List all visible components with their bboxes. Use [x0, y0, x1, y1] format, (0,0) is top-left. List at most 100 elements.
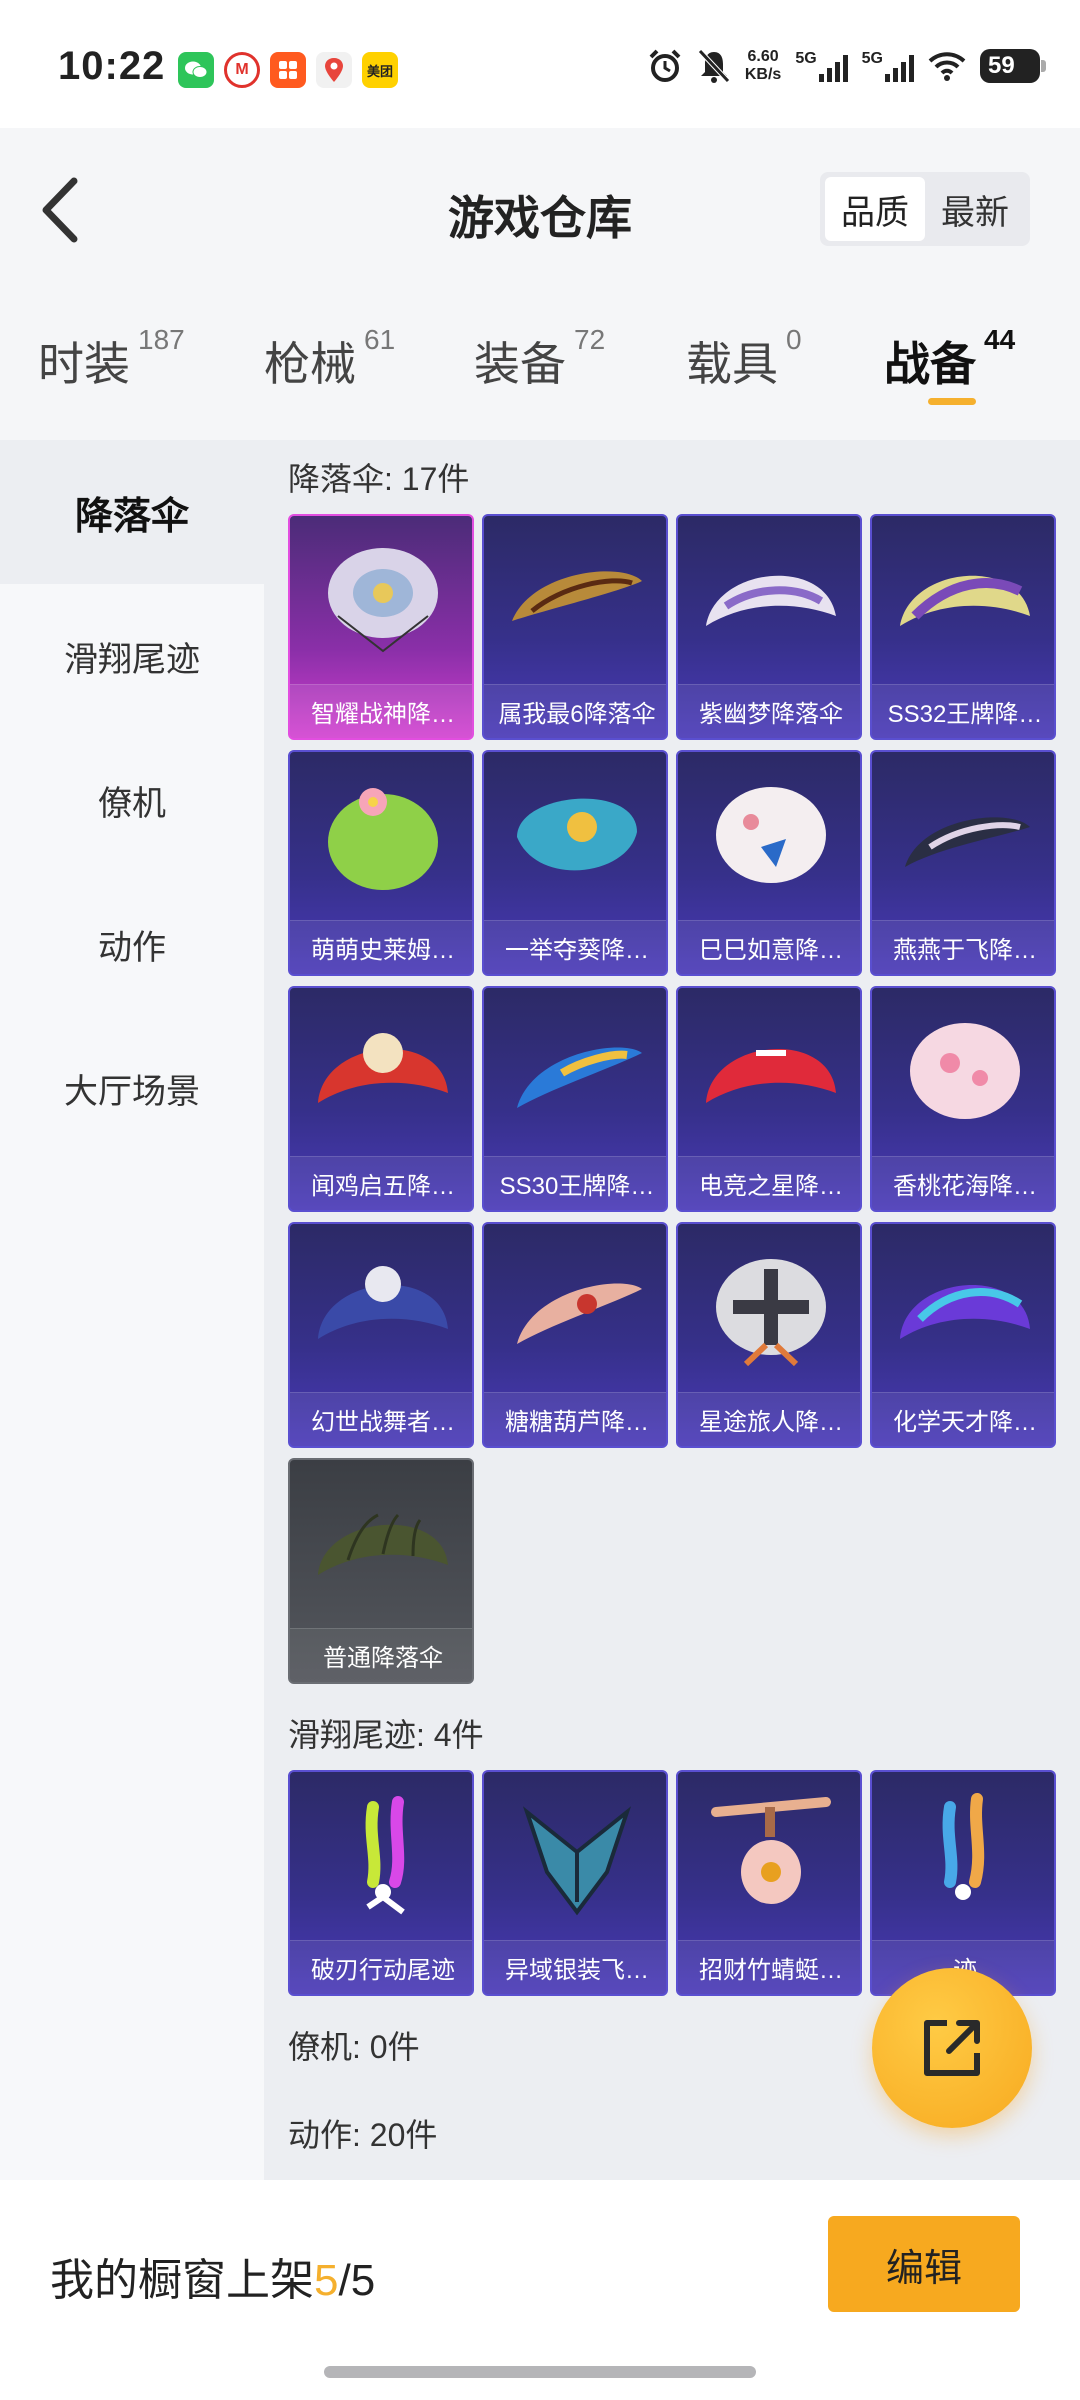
item-name: 巳巳如意降…: [678, 920, 860, 974]
tab-label: 时装: [38, 338, 130, 390]
item-card[interactable]: 萌萌史莱姆…: [288, 750, 474, 976]
parachute-icon: [872, 1234, 1054, 1384]
item-name: 萌萌史莱姆…: [290, 920, 472, 974]
item-card[interactable]: 紫幽梦降落伞: [676, 514, 862, 740]
item-name: 星途旅人降…: [678, 1392, 860, 1446]
parachute-icon: [484, 1234, 666, 1384]
sort-by-newest-button[interactable]: 最新: [925, 177, 1025, 241]
parachute-icon: [678, 1234, 860, 1384]
item-name: 破刃行动尾迹: [290, 1940, 472, 1994]
item-card[interactable]: 糖糖葫芦降…: [482, 1222, 668, 1448]
tab-fashion[interactable]: 时装 187: [38, 324, 185, 394]
signal-1: 5G: [795, 50, 848, 82]
tab-count: 0: [786, 324, 802, 355]
net-speed: 6.60 KB/s: [744, 48, 782, 83]
sidebar-item-wingman[interactable]: 僚机: [0, 728, 264, 872]
tab-equipment[interactable]: 装备 72: [474, 324, 605, 394]
item-card[interactable]: 智耀战神降…: [288, 514, 474, 740]
item-card[interactable]: 迹: [870, 1770, 1056, 1996]
item-card[interactable]: 化学天才降…: [870, 1222, 1056, 1448]
home-indicator[interactable]: [324, 2366, 756, 2378]
item-name: 电竞之星降…: [678, 1156, 860, 1210]
tab-count: 61: [364, 324, 396, 355]
maps-icon: [316, 52, 352, 88]
sidebar-item-emote[interactable]: 动作: [0, 872, 264, 1016]
sort-by-quality-button[interactable]: 品质: [825, 177, 925, 241]
parachute-icon: [290, 998, 472, 1148]
tab-count: 44: [984, 324, 1016, 355]
item-name: 一举夺葵降…: [484, 920, 666, 974]
metro-icon: M: [224, 52, 260, 88]
item-card[interactable]: 异域银装飞…: [482, 1770, 668, 1996]
share-external-icon: [924, 2020, 980, 2076]
tab-count: 72: [574, 324, 606, 355]
wifi-icon: [928, 52, 966, 81]
parachute-icon: [484, 762, 666, 912]
alarm-icon: [649, 49, 681, 82]
item-card[interactable]: 巳巳如意降…: [676, 750, 862, 976]
item-name: 糖糖葫芦降…: [484, 1392, 666, 1446]
item-card[interactable]: 星途旅人降…: [676, 1222, 862, 1448]
header: 游戏仓库 品质 最新 时装 187 枪械 61 装备 72 载具 0 战备 44: [0, 128, 1080, 440]
parachute-icon: [872, 762, 1054, 912]
tab-guns[interactable]: 枪械 61: [264, 324, 395, 394]
signal-bars-icon: [818, 54, 848, 82]
sidebar-item-lobby-scene[interactable]: 大厅场景: [0, 1016, 264, 1160]
edit-button[interactable]: 编辑: [828, 2216, 1020, 2312]
section-title-parachute: 降落伞: 17件: [288, 461, 470, 497]
parachute-icon: [872, 998, 1054, 1148]
battery-icon: 59: [980, 49, 1046, 83]
parachute-icon: [678, 998, 860, 1148]
share-button[interactable]: [872, 1968, 1032, 2128]
showcase-current-count: 5: [314, 2256, 339, 2305]
parachute-icon: [290, 1234, 472, 1384]
showcase-total-count: /5: [338, 2256, 376, 2305]
item-card[interactable]: 幻世战舞者…: [288, 1222, 474, 1448]
parachute-icon: [290, 526, 472, 676]
parachute-grid: 智耀战神降… 属我最6降落伞 紫幽梦降落伞 SS32王牌降… 萌萌史莱姆… 一举…: [288, 514, 1058, 1684]
item-name: 异域银装飞…: [484, 1940, 666, 1994]
item-name: 智耀战神降…: [290, 684, 472, 738]
item-card[interactable]: 招财竹蜻蜓…: [676, 1770, 862, 1996]
sidebar-item-glide-trail[interactable]: 滑翔尾迹: [0, 584, 264, 728]
item-name: 招财竹蜻蜓…: [678, 1940, 860, 1994]
item-name: 幻世战舞者…: [290, 1392, 472, 1446]
signal-bars-icon: [885, 54, 914, 82]
trail-grid: 破刃行动尾迹 异域银装飞… 招财竹蜻蜓… 迹: [288, 1770, 1058, 1996]
item-card[interactable]: SS32王牌降…: [870, 514, 1056, 740]
active-tab-indicator: [928, 398, 976, 405]
taobao-icon: [270, 52, 306, 88]
item-name: 化学天才降…: [872, 1392, 1054, 1446]
item-card[interactable]: 属我最6降落伞: [482, 514, 668, 740]
tab-vehicles[interactable]: 载具 0: [686, 324, 802, 394]
tab-count: 187: [138, 324, 185, 355]
wechat-icon: [178, 52, 214, 88]
item-card[interactable]: 香桃花海降…: [870, 986, 1056, 1212]
item-card[interactable]: 闻鸡启五降…: [288, 986, 474, 1212]
tab-battle-gear[interactable]: 战备 44: [884, 324, 1015, 394]
mute-bell-icon: [698, 49, 730, 83]
sidebar-item-parachute[interactable]: 降落伞: [0, 440, 264, 584]
item-card[interactable]: 普通降落伞: [288, 1458, 474, 1684]
parachute-icon: [872, 526, 1054, 676]
item-name: 属我最6降落伞: [484, 684, 666, 738]
status-bar: 10:22 M 美团 6.60 KB/s 5G 5G 59: [0, 0, 1080, 128]
item-card[interactable]: SS30王牌降…: [482, 986, 668, 1212]
tab-label: 载具: [686, 338, 778, 390]
item-card[interactable]: 破刃行动尾迹: [288, 1770, 474, 1996]
item-name: 紫幽梦降落伞: [678, 684, 860, 738]
sidebar: 降落伞 滑翔尾迹 僚机 动作 大厅场景: [0, 440, 264, 2180]
parachute-icon: [678, 762, 860, 912]
item-name: 香桃花海降…: [872, 1156, 1054, 1210]
item-card[interactable]: 燕燕于飞降…: [870, 750, 1056, 976]
meituan-icon: 美团: [362, 52, 398, 88]
glide-trail-icon: [290, 1782, 472, 1932]
showcase-label: 我的橱窗上架: [50, 2256, 314, 2305]
item-name: 燕燕于飞降…: [872, 920, 1054, 974]
status-right-icons: 6.60 KB/s 5G 5G 59: [647, 48, 1046, 84]
glide-trail-icon: [678, 1782, 860, 1932]
item-card[interactable]: 电竞之星降…: [676, 986, 862, 1212]
item-card[interactable]: 一举夺葵降…: [482, 750, 668, 976]
glide-trail-icon: [484, 1782, 666, 1932]
item-name: SS30王牌降…: [484, 1156, 666, 1210]
